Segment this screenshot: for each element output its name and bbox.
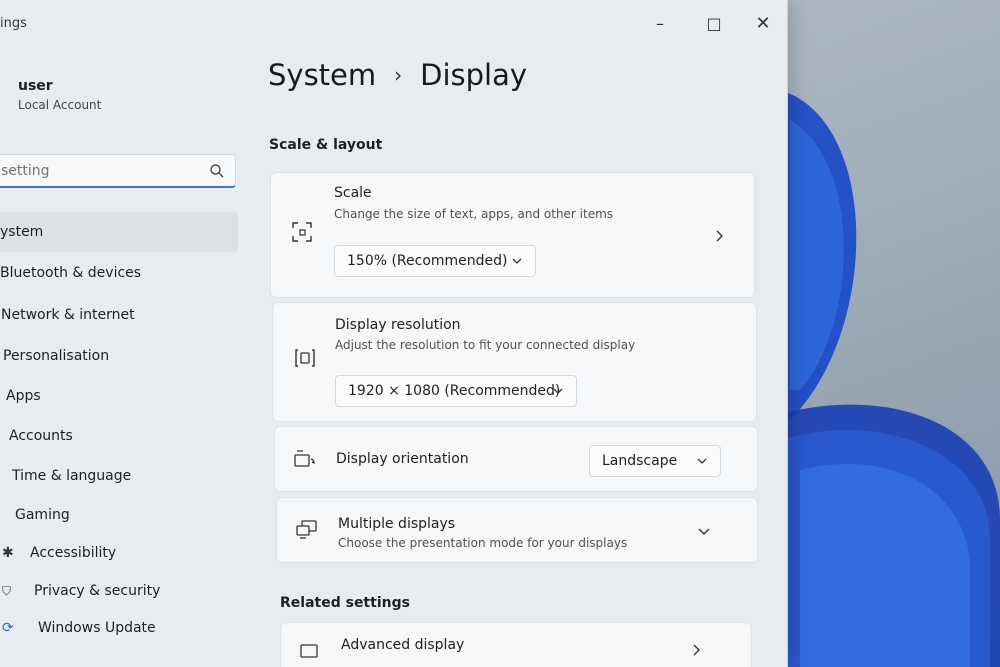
close-button[interactable]: ✕ [743,10,783,36]
resolution-value: 1920 × 1080 (Recommended) [348,383,561,399]
advanced-display-title: Advanced display [341,637,465,653]
sidebar-item-network[interactable]: Network & internet [0,294,238,336]
update-icon: ⟳ [2,620,14,636]
multiple-displays-card[interactable]: Multiple displays Choose the presentatio… [276,497,758,563]
minimize-button[interactable]: – [640,10,680,36]
breadcrumb-separator: › [394,63,403,87]
multiple-displays-title: Multiple displays [338,516,456,532]
orientation-dropdown[interactable]: Landscape [589,445,721,477]
resolution-description: Adjust the resolution to fit your connec… [335,338,636,352]
sidebar-item-label: Time & language [12,468,132,484]
user-profile[interactable]: user Local Account [18,78,101,112]
title-bar: ings – □ ✕ [0,0,788,46]
app-title: ings [0,16,27,31]
chevron-down-icon [553,388,563,394]
chevron-right-icon[interactable] [714,229,726,243]
close-icon: ✕ [755,12,771,34]
settings-search-box[interactable] [0,154,236,188]
resolution-title: Display resolution [335,317,461,333]
chevron-down-icon [512,258,522,264]
multiple-displays-icon [296,520,317,539]
settings-window: ings – □ ✕ user Local Account ystem Blue… [0,0,788,667]
sidebar-item-label: Privacy & security [34,583,161,599]
sidebar-item-label: Apps [6,388,41,404]
maximize-button[interactable]: □ [694,10,734,36]
sidebar-item-label: Windows Update [38,620,156,636]
page-title: Display [420,58,528,92]
resolution-icon [295,349,315,367]
scale-value: 150% (Recommended) [347,253,508,269]
sidebar-item-label: Accessibility [30,545,117,561]
sidebar-nav: ystem Bluetooth & devices Network & inte… [0,212,238,646]
search-input[interactable] [0,162,191,179]
breadcrumb-system[interactable]: System [268,58,376,92]
orientation-title: Display orientation [336,451,469,467]
sidebar-item-gaming[interactable]: Gaming [0,496,238,534]
section-heading-related-settings: Related settings [280,595,410,611]
orientation-card: Display orientation Landscape [274,426,758,492]
minimize-icon: – [656,13,664,33]
scale-icon [292,222,312,242]
sidebar-item-personalisation[interactable]: Personalisation [0,336,238,376]
scale-title: Scale [334,185,372,201]
breadcrumb: System › Display [268,58,527,92]
sidebar-item-windows-update[interactable]: ⟳ Windows Update [0,610,238,646]
monitor-icon [300,644,318,658]
sidebar-item-label: Bluetooth & devices [0,265,142,281]
sidebar-item-label: Gaming [15,507,70,523]
section-heading-scale-layout: Scale & layout [269,137,383,153]
orientation-value: Landscape [602,453,678,469]
maximize-icon: □ [706,13,722,33]
shield-icon: ⛉ [2,583,12,598]
multiple-displays-description: Choose the presentation mode for your di… [338,536,628,550]
sidebar-item-system[interactable]: ystem [0,212,238,252]
chevron-right-icon [693,644,700,656]
sidebar-item-label: Network & internet [1,307,135,323]
scale-description: Change the size of text, apps, and other… [334,207,614,221]
profile-account-type: Local Account [18,98,102,112]
resolution-card: Display resolution Adjust the resolution… [272,302,757,422]
sidebar-item-label: Personalisation [3,348,110,364]
sidebar-item-privacy[interactable]: ⛉ Privacy & security [0,572,238,610]
scale-card[interactable]: Scale Change the size of text, apps, and… [270,172,755,298]
accessibility-icon: ✱ [2,545,14,561]
sidebar-item-time-language[interactable]: Time & language [0,456,238,496]
sidebar-item-bluetooth[interactable]: Bluetooth & devices [0,252,238,294]
search-icon[interactable] [209,163,225,179]
sidebar-item-apps[interactable]: Apps [0,376,238,416]
scale-dropdown[interactable]: 150% (Recommended) [334,245,536,277]
resolution-dropdown[interactable]: 1920 × 1080 (Recommended) [335,375,577,407]
sidebar-item-label: Accounts [9,428,73,444]
orientation-icon [294,450,315,467]
sidebar-item-accessibility[interactable]: ✱ Accessibility [0,534,238,572]
chevron-down-icon[interactable] [697,526,711,538]
advanced-display-card[interactable]: Advanced display [280,622,752,667]
profile-name: user [18,78,53,94]
chevron-down-icon [697,458,707,464]
sidebar-item-label: ystem [0,224,44,240]
sidebar-item-accounts[interactable]: Accounts [0,416,238,456]
